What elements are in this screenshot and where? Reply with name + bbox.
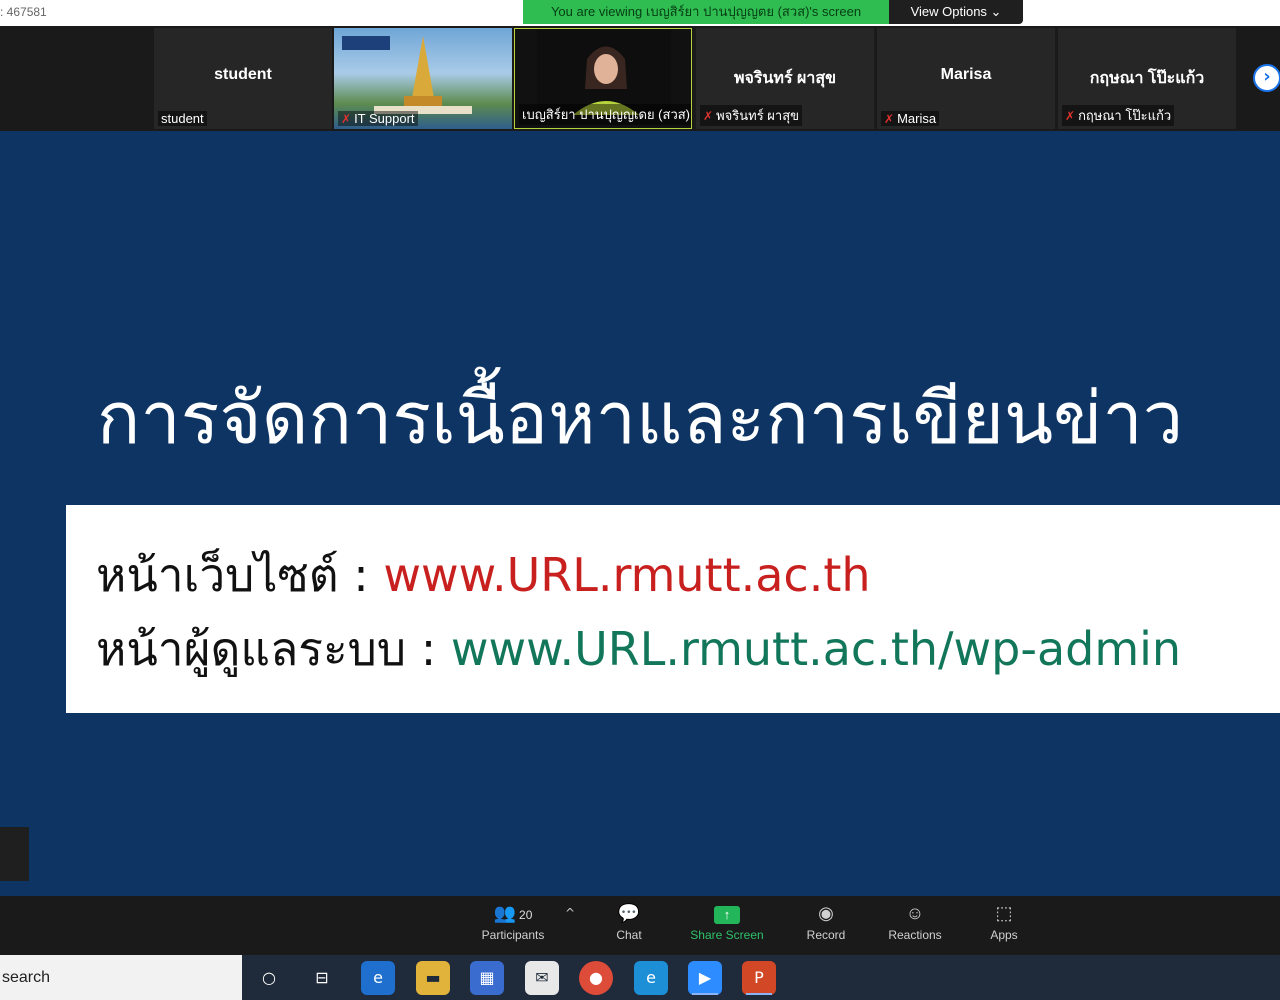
zoom-icon[interactable]: ▶ (688, 961, 722, 995)
share-screen-icon: ↑ (714, 906, 740, 924)
chat-label: Chat (616, 928, 642, 942)
slide-title: การจัดการเนื้อหาและการเขียนข่าว (96, 376, 1184, 460)
reactions-label: Reactions (888, 928, 942, 942)
participant-tile-student[interactable]: student student (154, 28, 332, 129)
participant-tile-pjarin[interactable]: พจรินทร์ ผาสุข ✗ พจรินทร์ ผาสุข (696, 28, 874, 129)
participant-tile-kritsana[interactable]: กฤษณา โป๊ะแก้ว ✗ กฤษณา โป๊ะแก้ว (1058, 28, 1236, 129)
participant-name: พจรินทร์ ผาสุข (733, 70, 837, 87)
chat-icon: 💬 (617, 903, 641, 923)
participant-label: เบญสิร์ยา ปานปุญญเดย (สวส) (519, 104, 691, 125)
mail-icon[interactable]: ✉ (525, 961, 559, 995)
participant-name: student (214, 66, 272, 83)
meeting-toolbar: 👥 20 Participants ^ 💬 Chat ↑ Share Screen… (0, 896, 1280, 955)
participants-count: 20 (519, 908, 533, 922)
mic-muted-icon: ✗ (884, 112, 895, 126)
participants-icon: 👥 20 (493, 903, 533, 923)
task-view-icon[interactable]: ⊟ (305, 961, 339, 995)
admin-label: หน้าผู้ดูแลระบบ : (96, 622, 451, 676)
participant-label: student (158, 111, 207, 126)
participant-tile-presenter[interactable]: เบญสิร์ยา ปานปุญญเดย (สวส) (514, 28, 692, 129)
participant-name: Marisa (940, 66, 992, 83)
participant-label: ✗ กฤษณา โป๊ะแก้ว (1062, 105, 1175, 126)
participant-label: ✗ พจรินทร์ ผาสุข (700, 105, 803, 126)
viewing-banner: You are viewing เบญสิร์ยา ปานปุญญตย (สวส… (523, 0, 889, 24)
meeting-id: : 467581 (0, 5, 47, 19)
reactions-icon: ☺ (905, 903, 925, 923)
apps-button[interactable]: ⬚ Apps (984, 902, 1024, 942)
participant-name: กฤษณา โป๊ะแก้ว (1089, 70, 1205, 87)
video-strip: student student ✗ IT Support เบญสิร์ยา ปา… (0, 26, 1280, 131)
chrome-icon[interactable]: ● (579, 961, 613, 995)
mic-muted-icon: ✗ (1065, 109, 1076, 123)
apps-label: Apps (990, 928, 1018, 942)
participant-tile-marisa[interactable]: Marisa ✗ Marisa (877, 28, 1055, 129)
view-options-button[interactable]: View Options ⌄ (889, 0, 1023, 24)
participant-label: ✗ IT Support (338, 111, 418, 126)
record-label: Record (806, 928, 846, 942)
website-row: หน้าเว็บไซต์ : www.URL.rmutt.ac.th (96, 539, 871, 612)
share-screen-button[interactable]: ↑ Share Screen (686, 902, 768, 942)
record-icon: ◉ (818, 903, 834, 923)
participants-label: Participants (481, 928, 545, 942)
participant-tile-it-support[interactable]: ✗ IT Support (334, 28, 512, 129)
edge-icon[interactable]: e (634, 961, 668, 995)
next-page-arrow-icon[interactable]: › (1253, 64, 1280, 92)
website-url: www.URL.rmutt.ac.th (383, 548, 871, 602)
mic-muted-icon: ✗ (341, 112, 352, 126)
file-explorer-icon[interactable]: ▬ (416, 961, 450, 995)
chevron-up-icon[interactable]: ^ (565, 906, 575, 920)
cortana-icon[interactable]: ○ (252, 961, 286, 995)
chat-button[interactable]: 💬 Chat (604, 902, 654, 942)
record-button[interactable]: ◉ Record (800, 902, 852, 942)
website-label: หน้าเว็บไซต์ : (96, 548, 384, 602)
participants-button[interactable]: 👥 20 Participants (474, 902, 552, 942)
apps-icon: ⬚ (995, 903, 1013, 923)
reactions-button[interactable]: ☺ Reactions (883, 902, 947, 942)
participant-label: ✗ Marisa (881, 111, 940, 126)
admin-row: หน้าผู้ดูแลระบบ : www.URL.rmutt.ac.th/wp… (96, 613, 1181, 686)
powerpoint-icon[interactable]: P (742, 961, 776, 995)
taskbar-search-box[interactable]: search (0, 955, 242, 1000)
side-panel-tab[interactable] (0, 827, 29, 881)
mic-muted-icon: ✗ (703, 109, 714, 123)
store-icon[interactable]: ▦ (470, 961, 504, 995)
share-screen-label: Share Screen (690, 928, 764, 942)
url-box: หน้าเว็บไซต์ : www.URL.rmutt.ac.th หน้าผ… (66, 505, 1280, 713)
windows-taskbar: search ○ ⊟ e ▬ ▦ ✉ ● e ▶ P (0, 955, 1280, 1000)
admin-url: www.URL.rmutt.ac.th/wp-admin (450, 622, 1182, 676)
edge-icon[interactable]: e (361, 961, 395, 995)
